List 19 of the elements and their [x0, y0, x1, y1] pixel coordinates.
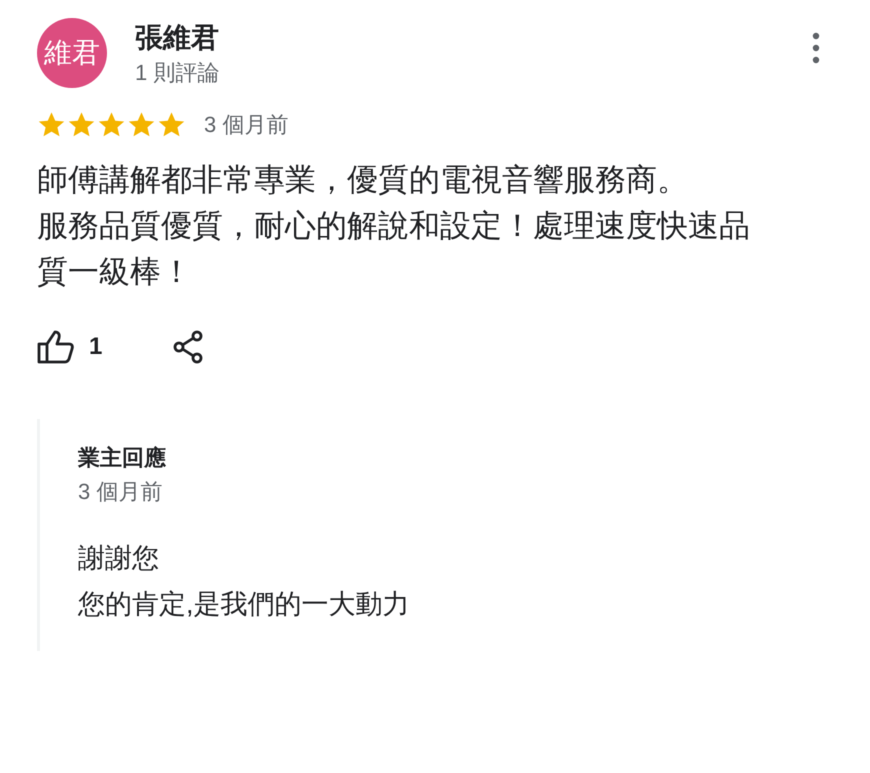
like-button[interactable]: 1 — [37, 329, 102, 365]
owner-reply-label: 業主回應 — [78, 444, 167, 472]
review-time: 3 個月前 — [204, 111, 288, 139]
share-icon[interactable] — [172, 330, 204, 364]
star-icon — [37, 110, 66, 138]
star-icon — [67, 110, 96, 138]
review-text: 師傅講解都非常專業，優質的電視音響服務商。 — [37, 161, 689, 199]
review-text: 服務品質優質，耐心的解說和設定！處理速度快速品質一級棒！ — [37, 207, 751, 291]
review-count: 1 則評論 — [135, 59, 220, 87]
reply-time: 3 個月前 — [78, 478, 164, 506]
reviewer-name[interactable]: 張維君 — [135, 18, 220, 58]
star-icon — [157, 110, 186, 138]
more-options-icon[interactable] — [810, 32, 822, 64]
reply-text: 您的肯定,是我們的一大動力 — [78, 588, 411, 621]
reply-text: 謝謝您 — [78, 542, 160, 575]
star-icon — [127, 110, 156, 138]
star-icon — [97, 110, 126, 138]
avatar: 維君 — [37, 18, 107, 88]
thumbs-up-icon — [37, 330, 75, 364]
